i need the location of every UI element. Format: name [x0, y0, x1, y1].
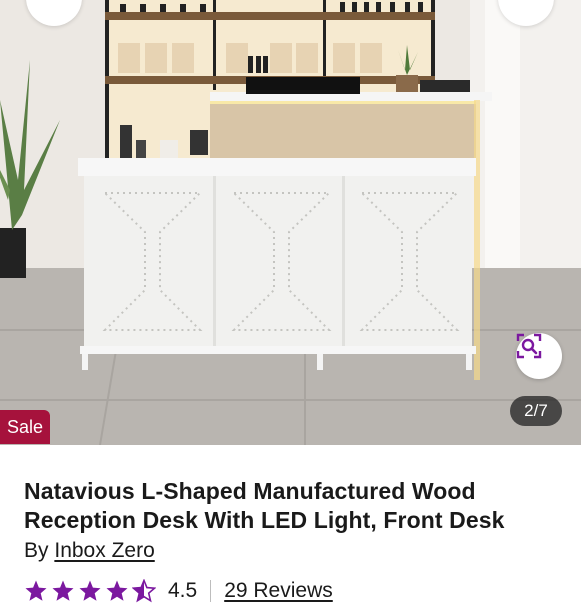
image-counter: 2/7 — [510, 396, 562, 426]
reception-desk-photo — [0, 0, 581, 445]
brand-link[interactable]: Inbox Zero — [54, 539, 154, 562]
rating-value: 4.5 — [168, 579, 198, 602]
product-title: Natavious L-Shaped Manufactured Wood Rec… — [24, 478, 505, 533]
star-icon — [79, 580, 101, 601]
divider — [210, 580, 212, 602]
sale-badge: Sale — [0, 410, 51, 444]
by-prefix: By — [24, 539, 49, 562]
star-icon — [106, 580, 128, 601]
rating-row: 4.5 29 Reviews — [24, 576, 333, 606]
brand-byline: By Inbox Zero — [24, 539, 155, 563]
half-star-icon — [132, 579, 156, 603]
star-icon — [25, 580, 47, 601]
star-icon — [52, 580, 74, 601]
star-rating — [24, 579, 156, 603]
reviews-link[interactable]: 29 Reviews — [224, 579, 333, 603]
visual-search-button[interactable] — [516, 333, 562, 379]
product-image[interactable]: 2/7 Sale — [0, 0, 581, 445]
